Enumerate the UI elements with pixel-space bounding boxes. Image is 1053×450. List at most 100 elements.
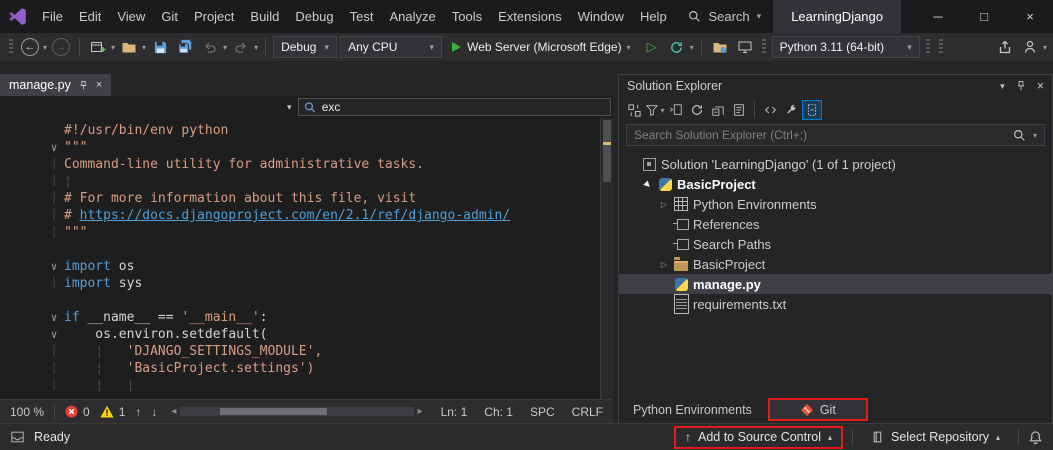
toolbar-grip[interactable]	[9, 39, 13, 55]
undo-button[interactable]	[199, 36, 221, 58]
fold-collapse-icon[interactable]: ∨	[44, 309, 64, 326]
tree-item-basicproject[interactable]: ▶BasicProject	[619, 174, 1052, 194]
chevron-down-icon[interactable]: ▾	[142, 43, 146, 52]
toolbar-overflow-grip[interactable]	[939, 39, 943, 55]
menu-item-debug[interactable]: Debug	[287, 0, 341, 33]
tree-item-references[interactable]: References	[619, 214, 1052, 234]
scroll-left-icon[interactable]: ◂	[171, 406, 176, 417]
chevron-down-icon[interactable]: ▾	[1033, 131, 1037, 140]
menu-item-git[interactable]: Git	[153, 0, 186, 33]
chevron-down-icon[interactable]: ▾	[1043, 43, 1047, 52]
collapsed-expander-icon[interactable]: ▷	[657, 260, 671, 269]
collapse-all-button[interactable]	[708, 100, 728, 120]
editor-search-input[interactable]	[322, 100, 605, 114]
menu-item-file[interactable]: File	[34, 0, 71, 33]
menu-item-analyze[interactable]: Analyze	[381, 0, 443, 33]
tab-manage-py[interactable]: manage.py ×	[0, 74, 111, 96]
fold-collapse-icon[interactable]: ∨	[44, 139, 64, 156]
scrollbar-track[interactable]	[180, 407, 413, 416]
save-all-button[interactable]	[174, 36, 196, 58]
settings-button[interactable]	[781, 100, 801, 120]
filter-button[interactable]: ▾	[645, 100, 665, 120]
new-project-button[interactable]	[87, 36, 109, 58]
preview-code-button[interactable]	[760, 100, 780, 120]
restart-button[interactable]	[666, 36, 688, 58]
close-tab-icon[interactable]: ×	[96, 79, 102, 91]
add-to-source-control-button[interactable]: ↑ Add to Source Control ▴	[674, 426, 843, 449]
tree-item-basicproject[interactable]: ▷BasicProject	[619, 254, 1052, 274]
menu-item-window[interactable]: Window	[570, 0, 632, 33]
editor-search-box[interactable]	[298, 98, 611, 116]
zoom-control[interactable]: 100 %	[10, 405, 44, 419]
expanded-expander-icon[interactable]: ▶	[640, 176, 656, 192]
notifications-bell-icon[interactable]	[1028, 430, 1043, 445]
tree-item-python-environments[interactable]: ▷Python Environments	[619, 194, 1052, 214]
browser-link-button[interactable]	[709, 36, 731, 58]
toolbar-grip[interactable]	[762, 39, 766, 55]
navigate-forward-button[interactable]: →	[50, 36, 72, 58]
web-server-button[interactable]	[734, 36, 756, 58]
open-file-button[interactable]	[118, 36, 140, 58]
scrollbar-thumb[interactable]	[603, 120, 611, 182]
fold-collapse-icon[interactable]: ∨	[44, 326, 64, 343]
previous-issue-button[interactable]: ↑	[135, 405, 141, 419]
fold-collapse-icon[interactable]: ∨	[44, 258, 64, 275]
properties-button[interactable]	[729, 100, 749, 120]
chevron-down-icon[interactable]: ▾	[111, 43, 115, 52]
refresh-button[interactable]	[687, 100, 707, 120]
menu-item-help[interactable]: Help	[632, 0, 675, 33]
sync-with-active-document-button[interactable]	[666, 100, 686, 120]
line-indicator[interactable]: Ln: 1	[441, 405, 468, 419]
titlebar-search[interactable]: Search ▾	[676, 0, 773, 33]
line-ending-indicator[interactable]: CRLF	[572, 405, 603, 419]
chevron-down-icon[interactable]: ▾	[223, 43, 227, 52]
start-debugging-button[interactable]: Web Server (Microsoft Edge) ▾	[445, 36, 638, 58]
feedback-icon[interactable]	[10, 430, 25, 444]
close-button[interactable]: ×	[1007, 0, 1053, 33]
menu-item-build[interactable]: Build	[242, 0, 287, 33]
solution-configurations-dropdown[interactable]: Debug ▾	[273, 36, 337, 58]
navigate-back-button[interactable]: ←	[19, 36, 41, 58]
menu-item-test[interactable]: Test	[342, 0, 382, 33]
switch-views-button[interactable]	[624, 100, 644, 120]
menu-item-project[interactable]: Project	[186, 0, 242, 33]
spaces-indicator[interactable]: SPC	[530, 405, 555, 419]
editor-horizontal-scrollbar[interactable]: ◂ ▸	[171, 406, 422, 417]
pin-icon[interactable]	[1015, 80, 1027, 92]
redo-button[interactable]	[230, 36, 252, 58]
window-position-icon[interactable]: ▾	[1000, 81, 1005, 92]
python-environment-dropdown[interactable]: Python 3.11 (64-bit) ▾	[772, 36, 920, 58]
chevron-down-icon[interactable]: ▾	[690, 43, 694, 52]
solution-explorer-header[interactable]: Solution Explorer ▾ ×	[619, 75, 1052, 97]
start-without-debugging-button[interactable]: ▷	[641, 36, 663, 58]
tree-item-requirements-txt[interactable]: requirements.txt	[619, 294, 1052, 314]
solution-explorer-search-input[interactable]	[634, 128, 1006, 142]
tree-item-search-paths[interactable]: Search Paths	[619, 234, 1052, 254]
minimize-button[interactable]: ─	[915, 0, 961, 33]
tree-item-solution-learningdjango-1-of-1-project[interactable]: Solution 'LearningDjango' (1 of 1 projec…	[619, 154, 1052, 174]
chevron-down-icon[interactable]: ▾	[43, 43, 47, 52]
menu-item-extensions[interactable]: Extensions	[490, 0, 570, 33]
solution-explorer-search[interactable]: ▾	[626, 124, 1045, 146]
close-pane-icon[interactable]: ×	[1037, 79, 1044, 93]
select-repository-button[interactable]: Select Repository ▴	[862, 426, 1009, 449]
warnings-indicator[interactable]: 1	[100, 405, 126, 419]
maximize-button[interactable]: □	[961, 0, 1007, 33]
live-share-button[interactable]	[1019, 36, 1041, 58]
tab-python-environments[interactable]: Python Environments	[622, 398, 763, 421]
navigation-dropdown-icon[interactable]: ▾	[287, 102, 292, 113]
column-indicator[interactable]: Ch: 1	[484, 405, 513, 419]
save-button[interactable]	[149, 36, 171, 58]
tree-item-manage-py[interactable]: manage.py	[619, 274, 1052, 294]
next-issue-button[interactable]: ↓	[151, 405, 157, 419]
show-all-files-button[interactable]	[802, 100, 822, 120]
editor-vertical-scrollbar[interactable]	[600, 118, 613, 399]
scroll-right-icon[interactable]: ▸	[418, 406, 423, 417]
scrollbar-thumb[interactable]	[220, 408, 327, 415]
menu-item-edit[interactable]: Edit	[71, 0, 109, 33]
code-area[interactable]: #!/usr/bin/env python∨"""│Command-line u…	[0, 118, 600, 399]
toolbar-overflow-grip[interactable]	[926, 39, 930, 55]
tab-git[interactable]: Git	[768, 398, 868, 421]
menu-item-view[interactable]: View	[109, 0, 153, 33]
menu-item-tools[interactable]: Tools	[444, 0, 490, 33]
